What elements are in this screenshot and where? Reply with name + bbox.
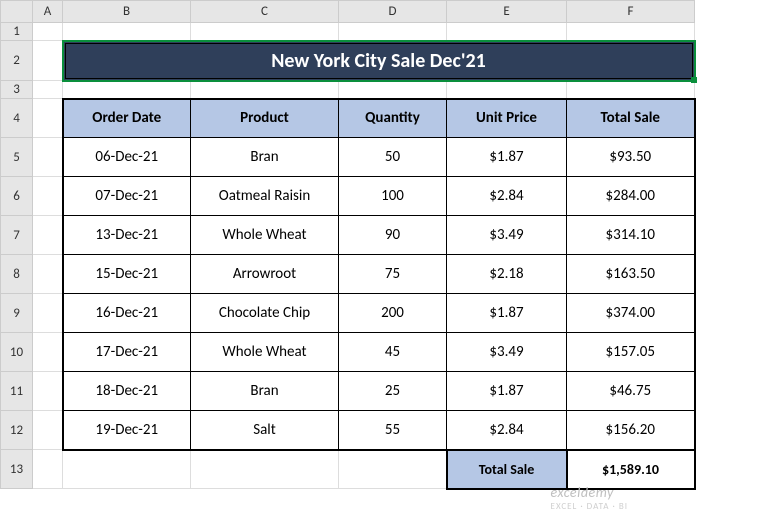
cell-D3[interactable] xyxy=(339,81,447,99)
cell-A5[interactable] xyxy=(33,138,63,177)
spreadsheet-grid[interactable]: A B C D E F 1 2 New York City Sale Dec'2… xyxy=(0,0,696,490)
table-row[interactable]: $374.00 xyxy=(567,294,695,333)
table-row[interactable]: $1.87 xyxy=(447,138,567,177)
cell-A9[interactable] xyxy=(33,294,63,333)
cell-C3[interactable] xyxy=(191,81,339,99)
col-header-D[interactable]: D xyxy=(339,1,447,23)
cell-A3[interactable] xyxy=(33,81,63,99)
watermark: exceldemy EXCEL · DATA · BI xyxy=(551,484,628,512)
row-header-6[interactable]: 6 xyxy=(1,177,33,216)
table-row[interactable]: $2.84 xyxy=(447,177,567,216)
cell-A11[interactable] xyxy=(33,372,63,411)
row-header-10[interactable]: 10 xyxy=(1,333,33,372)
row-header-1[interactable]: 1 xyxy=(1,23,33,41)
table-row[interactable]: 16-Dec-21 xyxy=(63,294,191,333)
cell-A2[interactable] xyxy=(33,41,63,81)
table-row[interactable]: $2.84 xyxy=(447,411,567,450)
table-row[interactable]: 07-Dec-21 xyxy=(63,177,191,216)
table-row[interactable]: 17-Dec-21 xyxy=(63,333,191,372)
table-row[interactable]: $156.20 xyxy=(567,411,695,450)
cell-A4[interactable] xyxy=(33,99,63,138)
table-row[interactable]: Oatmeal Raisin xyxy=(191,177,339,216)
watermark-tag: EXCEL · DATA · BI xyxy=(551,501,628,512)
table-row[interactable]: 200 xyxy=(339,294,447,333)
row-header-13[interactable]: 13 xyxy=(1,450,33,489)
table-row[interactable]: $93.50 xyxy=(567,138,695,177)
table-row[interactable]: Arrowroot xyxy=(191,255,339,294)
cell-A7[interactable] xyxy=(33,216,63,255)
cell-F1[interactable] xyxy=(567,23,695,41)
table-row[interactable]: 75 xyxy=(339,255,447,294)
cell-F3[interactable] xyxy=(567,81,695,99)
table-row[interactable]: 13-Dec-21 xyxy=(63,216,191,255)
table-row[interactable]: $157.05 xyxy=(567,333,695,372)
cell-B3[interactable] xyxy=(63,81,191,99)
row-header-7[interactable]: 7 xyxy=(1,216,33,255)
table-row[interactable]: Bran xyxy=(191,138,339,177)
table-row[interactable]: $314.10 xyxy=(567,216,695,255)
table-row[interactable]: $1.87 xyxy=(447,294,567,333)
cell-A12[interactable] xyxy=(33,411,63,450)
row-header-11[interactable]: 11 xyxy=(1,372,33,411)
row-header-8[interactable]: 8 xyxy=(1,255,33,294)
cell-A1[interactable] xyxy=(33,23,63,41)
cell-A10[interactable] xyxy=(33,333,63,372)
table-row[interactable]: $3.49 xyxy=(447,216,567,255)
table-row[interactable]: $3.49 xyxy=(447,333,567,372)
col-header-A[interactable]: A xyxy=(33,1,63,23)
table-row[interactable]: 18-Dec-21 xyxy=(63,372,191,411)
header-product[interactable]: Product xyxy=(191,99,339,138)
header-quantity[interactable]: Quantity xyxy=(339,99,447,138)
table-row[interactable]: Bran xyxy=(191,372,339,411)
cell-D1[interactable] xyxy=(339,23,447,41)
cell-E1[interactable] xyxy=(447,23,567,41)
row-header-4[interactable]: 4 xyxy=(1,99,33,138)
col-header-E[interactable]: E xyxy=(447,1,567,23)
table-row[interactable]: 25 xyxy=(339,372,447,411)
col-header-F[interactable]: F xyxy=(567,1,695,23)
cell-D13[interactable] xyxy=(339,450,447,489)
col-header-C[interactable]: C xyxy=(191,1,339,23)
header-unit-price[interactable]: Unit Price xyxy=(447,99,567,138)
table-row[interactable]: 100 xyxy=(339,177,447,216)
table-row[interactable]: 45 xyxy=(339,333,447,372)
row-header-9[interactable]: 9 xyxy=(1,294,33,333)
col-header-B[interactable]: B xyxy=(63,1,191,23)
row-header-12[interactable]: 12 xyxy=(1,411,33,450)
row-header-3[interactable]: 3 xyxy=(1,81,33,99)
table-row[interactable]: 15-Dec-21 xyxy=(63,255,191,294)
select-all-corner[interactable] xyxy=(1,1,33,23)
cell-A13[interactable] xyxy=(33,450,63,489)
total-sale-value[interactable]: $1,589.10 xyxy=(567,450,695,489)
table-row[interactable]: 19-Dec-21 xyxy=(63,411,191,450)
cell-B13[interactable] xyxy=(63,450,191,489)
cell-C13[interactable] xyxy=(191,450,339,489)
row-header-5[interactable]: 5 xyxy=(1,138,33,177)
table-row[interactable]: 90 xyxy=(339,216,447,255)
table-row[interactable]: 06-Dec-21 xyxy=(63,138,191,177)
table-row[interactable]: $2.18 xyxy=(447,255,567,294)
table-row[interactable]: Chocolate Chip xyxy=(191,294,339,333)
title-cell[interactable]: New York City Sale Dec'21 xyxy=(63,41,695,81)
row-header-2[interactable]: 2 xyxy=(1,41,33,81)
table-row[interactable]: $284.00 xyxy=(567,177,695,216)
table-row[interactable]: 55 xyxy=(339,411,447,450)
header-total-sale[interactable]: Total Sale xyxy=(567,99,695,138)
cell-A8[interactable] xyxy=(33,255,63,294)
cell-A6[interactable] xyxy=(33,177,63,216)
table-row[interactable]: $1.87 xyxy=(447,372,567,411)
watermark-brand: exceldemy xyxy=(551,484,614,501)
header-order-date[interactable]: Order Date xyxy=(63,99,191,138)
table-row[interactable]: $46.75 xyxy=(567,372,695,411)
table-row[interactable]: 50 xyxy=(339,138,447,177)
table-row[interactable]: Whole Wheat xyxy=(191,216,339,255)
cell-B1[interactable] xyxy=(63,23,191,41)
cell-C1[interactable] xyxy=(191,23,339,41)
table-row[interactable]: Salt xyxy=(191,411,339,450)
table-row[interactable]: Whole Wheat xyxy=(191,333,339,372)
total-sale-label[interactable]: Total Sale xyxy=(447,450,567,489)
cell-E3[interactable] xyxy=(447,81,567,99)
table-row[interactable]: $163.50 xyxy=(567,255,695,294)
